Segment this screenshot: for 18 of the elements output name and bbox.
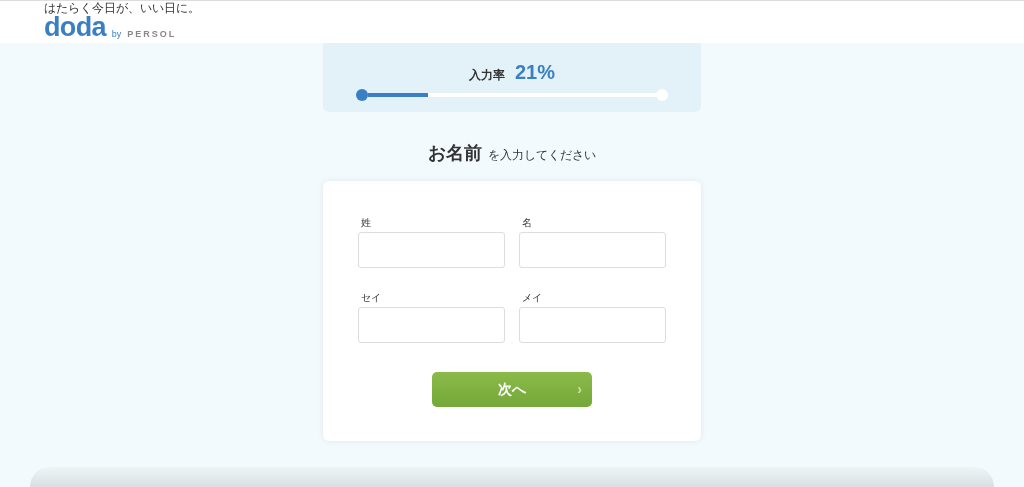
progress-percent: 21% (515, 60, 555, 85)
by-text: by (111, 29, 122, 39)
chevron-icon: › (577, 379, 582, 400)
heading: お名前 (428, 142, 482, 165)
next-button[interactable]: 次へ › (432, 372, 592, 407)
tagline: はたらく今日が、いい日に。 (44, 2, 200, 15)
field-label: 名 (521, 216, 532, 230)
input-field[interactable] (358, 307, 505, 343)
input-field[interactable] (519, 307, 666, 343)
brand-text: PERSOL (127, 29, 177, 39)
field-label: 姓 (360, 216, 371, 230)
logo[interactable]: doda (44, 15, 106, 40)
field-label: メイ (521, 291, 542, 305)
heading-sub: を入力してください (488, 147, 596, 164)
progress-label: 入力率 (469, 67, 505, 84)
field-label: セイ (360, 291, 381, 305)
input-field[interactable] (519, 232, 666, 268)
input-field[interactable] (358, 232, 505, 268)
